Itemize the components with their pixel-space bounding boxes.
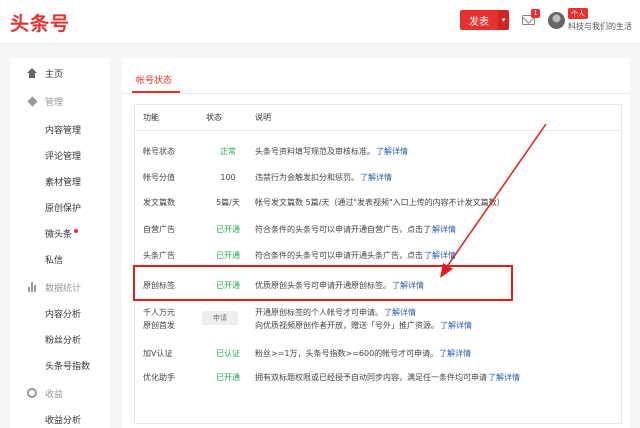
sidebar-item-label: 内容分析	[45, 309, 82, 320]
column-header: 状态	[206, 112, 222, 122]
coin-icon	[27, 388, 37, 398]
description-text: 符合条件的头条号可以申请开通自营广告，点击了	[255, 224, 431, 234]
sidebar-item-label: 评论管理	[45, 151, 82, 162]
row-function: 头条广告	[143, 250, 175, 260]
row-function: 自营广告	[143, 224, 175, 234]
row-status: 5篇/天	[216, 197, 240, 207]
sidebar-item[interactable]: 内容管理	[10, 117, 110, 141]
learn-more-link[interactable]: 了解详情	[440, 320, 472, 331]
publish-dropdown-icon[interactable]: ▾	[498, 10, 509, 30]
sidebar-item: 收益	[10, 381, 110, 405]
row-function: 帐号状态	[143, 146, 175, 156]
description-text: 违禁行为会触发扣分和惩罚。	[255, 172, 359, 182]
cube-icon	[26, 95, 38, 107]
sidebar-item-label: 主页	[45, 69, 64, 80]
header-divider	[135, 130, 621, 131]
logo[interactable]: 头条号	[10, 9, 70, 36]
row-description: 拥有双标题权限或已经授予自动同步内容，满足任一条件均可申请 了解详情	[255, 369, 520, 385]
learn-more-link[interactable]: 了解详情	[488, 372, 520, 383]
sidebar-item-label: 管理	[45, 97, 64, 108]
description-text: 拥有双标题权限或已经授予自动同步内容，满足任一条件均可申请	[255, 372, 487, 382]
user-type-badge: 个人	[568, 8, 588, 19]
description-text: 向优质视频原创作者开放，赠送「号外」推广资源。	[255, 320, 439, 330]
sidebar-item[interactable]: 评论管理	[10, 143, 110, 167]
sidebar-item[interactable]: 素材管理	[10, 169, 110, 193]
learn-more-link[interactable]: 了解详情	[424, 250, 456, 261]
row-description: 违禁行为会触发扣分和惩罚。 了解详情	[255, 169, 392, 185]
row-description: 符合条件的头条号可以申请开通自营广告，点击了 解详情	[255, 221, 456, 237]
sidebar-item[interactable]: 粉丝分析	[10, 327, 110, 351]
divider	[122, 93, 630, 94]
sidebar-item: 管理	[10, 89, 110, 113]
sidebar-item-label: 粉丝分析	[45, 335, 82, 346]
row-status: 100	[220, 172, 236, 182]
sidebar-item[interactable]: 主页	[10, 61, 110, 85]
learn-more-link[interactable]: 了解详情	[384, 307, 416, 318]
sidebar-item-label: 素材管理	[45, 177, 82, 188]
sidebar-item[interactable]: 头条号指数	[10, 353, 110, 377]
sidebar-item-label: 收益	[45, 389, 64, 400]
sidebar-item-label: 内容管理	[45, 125, 82, 136]
row-description: 符合条件的头条号可以申请开通头条广告，点击 了解详情	[255, 247, 456, 263]
sidebar-item-label: 微头条	[45, 229, 73, 240]
avatar[interactable]	[548, 12, 565, 29]
user-name[interactable]: 科技与我们的生活	[568, 21, 632, 32]
description-text: 头条号资料填写规范及审核标准。	[255, 146, 375, 156]
row-description: 向优质视频原创作者开放，赠送「号外」推广资源。 了解详情	[255, 317, 472, 333]
column-header: 功能	[143, 112, 159, 122]
row-status: 已开通	[216, 250, 240, 260]
sidebar-item: 数据统计	[10, 275, 110, 299]
row-status: 已开通	[216, 224, 240, 234]
row-function: 发文篇数	[143, 197, 175, 207]
main-panel: 帐号状态 功能 状态 说明 帐号状态 正常 头条号资料填写规范及审核标准。 了解详情 帐号分值…	[122, 58, 630, 428]
publish-button[interactable]: 发表	[460, 10, 498, 30]
row-status: 正常	[220, 146, 236, 156]
description-text: 开通原创标签的个人帐号才可申请。	[255, 307, 383, 317]
column-header: 说明	[255, 112, 271, 122]
sidebar-item[interactable]: 收益分析	[10, 407, 110, 428]
sidebar: 主页管理内容管理评论管理素材管理原创保护微头条私信数据统计内容分析粉丝分析头条号…	[10, 58, 110, 428]
mail-count-badge: 1	[531, 9, 540, 18]
sidebar-item[interactable]: 微头条	[10, 221, 110, 245]
learn-more-link[interactable]: 了解详情	[439, 348, 471, 359]
sidebar-item-label: 原创保护	[45, 203, 82, 214]
description-text: 帐号发文篇数 5篇/天（通过"发表视频"入口上传的内容不计发文篇数）	[255, 197, 505, 207]
sidebar-item[interactable]: 内容分析	[10, 301, 110, 325]
description-text: 符合条件的头条号可以申请开通头条广告，点击	[255, 250, 423, 260]
row-function: 帐号分值	[143, 172, 175, 182]
home-icon	[27, 68, 37, 78]
notification-dot	[74, 228, 79, 233]
row-function: 加V认证	[143, 348, 173, 358]
status-table: 功能 状态 说明 帐号状态 正常 头条号资料填写规范及审核标准。 了解详情 帐号分值 100 违禁…	[133, 104, 622, 424]
apply-button[interactable]: 申请	[202, 311, 238, 325]
sidebar-item-label: 收益分析	[45, 415, 82, 426]
learn-more-link[interactable]: 了解详情	[376, 146, 408, 157]
row-description: 粉丝>=1万，头条号指数>=600的帐号才可申请。 了解详情	[255, 345, 471, 361]
learn-more-link[interactable]: 解详情	[432, 224, 456, 235]
sidebar-item[interactable]: 原创保护	[10, 195, 110, 219]
row-description: 帐号发文篇数 5篇/天（通过"发表视频"入口上传的内容不计发文篇数）	[255, 194, 505, 210]
row-function: 优化助手	[143, 372, 175, 382]
sidebar-item-label: 数据统计	[45, 283, 82, 294]
row-function: 原创首发	[143, 320, 175, 330]
row-status: 已认证	[216, 348, 240, 358]
description-text: 粉丝>=1万，头条号指数>=600的帐号才可申请。	[255, 348, 439, 358]
learn-more-link[interactable]: 了解详情	[360, 172, 392, 183]
bar-chart-icon	[27, 282, 37, 292]
top-bar: 头条号 发表 ▾ 1 个人 科技与我们的生活	[0, 0, 640, 44]
highlight-box	[133, 265, 513, 301]
row-description: 头条号资料填写规范及审核标准。 了解详情	[255, 143, 408, 159]
sidebar-item-label: 私信	[45, 255, 64, 266]
sidebar-item-label: 头条号指数	[45, 361, 91, 372]
tab-account-status[interactable]: 帐号状态	[136, 73, 172, 86]
sidebar-item[interactable]: 私信	[10, 247, 110, 271]
row-status: 已开通	[216, 372, 240, 382]
